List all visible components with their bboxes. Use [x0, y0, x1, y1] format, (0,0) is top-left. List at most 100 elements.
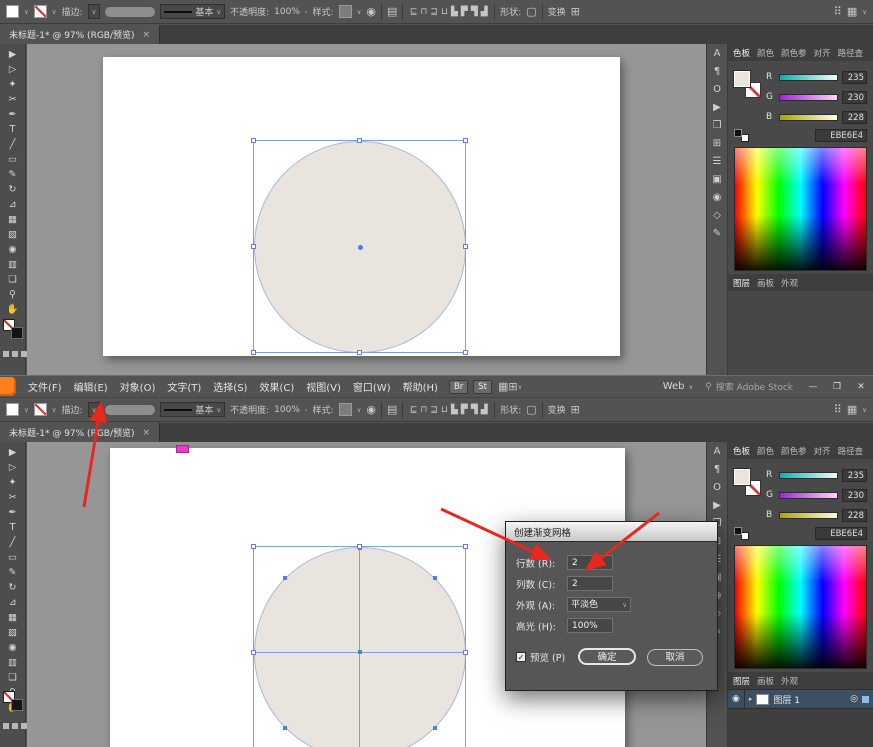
transform-label[interactable]: 变换 — [548, 403, 566, 416]
align-icon[interactable]: ▟ — [481, 7, 488, 17]
restore-button[interactable]: ❐ — [825, 382, 849, 392]
green-slider[interactable] — [779, 94, 838, 101]
draw-mode-buttons[interactable] — [3, 351, 27, 357]
align-icon[interactable]: ⊔ — [441, 7, 448, 17]
menu-item[interactable]: 效果(C) — [253, 379, 300, 394]
tool-icon[interactable]: ◉ — [8, 242, 16, 257]
panel-icon[interactable]: ◉ — [713, 192, 722, 203]
tool-icon[interactable]: ▥ — [8, 257, 17, 272]
panel-icon[interactable]: ☰ — [713, 156, 722, 167]
tool-icon[interactable]: ↻ — [9, 580, 17, 595]
opacity-chevron-icon[interactable]: › — [305, 8, 308, 16]
blue-slider[interactable] — [779, 114, 838, 121]
menu-item[interactable]: 文字(T) — [161, 379, 207, 394]
panel-icon[interactable]: ✎ — [713, 228, 721, 239]
panel-icon[interactable]: ⊞ — [713, 138, 721, 149]
hex-value[interactable]: EBE6E4 — [815, 129, 867, 142]
style-swatch[interactable] — [339, 403, 352, 416]
recolor-artwork-icon[interactable]: ◉ — [366, 5, 376, 18]
chevron-down-icon[interactable]: ∨ — [24, 406, 29, 414]
chevron-down-icon[interactable]: ∨ — [862, 406, 867, 414]
selection-handle[interactable] — [463, 350, 468, 355]
close-icon[interactable]: × — [143, 30, 151, 40]
panel-icon[interactable]: ❐ — [713, 120, 722, 131]
layer-row[interactable]: ◉ ▸ 图层 1 ◎ — [728, 690, 873, 709]
panel-tab[interactable]: 颜色参 — [781, 47, 807, 59]
align-icon[interactable]: ⊒ — [430, 7, 438, 17]
stroke-swatch[interactable] — [11, 327, 23, 339]
align-icon[interactable]: ▜ — [471, 7, 478, 17]
tool-icon[interactable]: ▧ — [8, 227, 17, 242]
panel-tab[interactable]: 图层 — [733, 675, 750, 687]
panel-icon[interactable]: O — [713, 84, 721, 95]
transform-icon[interactable]: ⊞ — [571, 403, 580, 416]
chevron-down-icon[interactable]: ∨ — [24, 8, 29, 16]
panel-icon[interactable]: ¶ — [714, 66, 720, 77]
chevron-down-icon[interactable]: ∨ — [357, 8, 362, 16]
brush-definition-select[interactable]: 基本 ∨ — [160, 4, 225, 19]
panel-icon[interactable]: A — [714, 48, 721, 59]
default-colors-icon[interactable] — [734, 527, 749, 540]
tool-icon[interactable]: ✂ — [9, 490, 17, 505]
align-icon[interactable]: ▜ — [471, 405, 478, 415]
menu-item[interactable]: 文件(F) — [22, 379, 68, 394]
tool-icon[interactable]: ✂ — [9, 92, 17, 107]
red-value[interactable]: 235 — [842, 71, 867, 84]
menu-item[interactable]: 窗口(W) — [347, 379, 397, 394]
panel-icon[interactable]: ▶ — [713, 500, 721, 511]
panel-tab[interactable]: 路径查 — [838, 445, 864, 457]
selection-handle[interactable] — [357, 544, 362, 549]
tool-icon[interactable]: ✋ — [7, 302, 19, 317]
fill-stroke-indicator[interactable] — [734, 71, 761, 98]
green-value[interactable]: 230 — [842, 489, 867, 502]
menu-item[interactable]: 对象(O) — [114, 379, 162, 394]
minimize-button[interactable]: — — [801, 382, 825, 392]
color-spectrum[interactable] — [734, 147, 867, 271]
panel-tab[interactable]: 颜色 — [757, 445, 774, 457]
recolor-artwork-icon[interactable]: ◉ — [366, 403, 376, 416]
chevron-down-icon[interactable]: ∨ — [357, 406, 362, 414]
style-swatch[interactable] — [339, 5, 352, 18]
tool-icon[interactable]: ▭ — [8, 152, 17, 167]
align-icon[interactable]: ▛ — [461, 405, 468, 415]
cols-input[interactable]: 2 — [567, 576, 613, 591]
blue-value[interactable]: 228 — [842, 509, 867, 522]
selection-handle[interactable] — [251, 650, 256, 655]
fill-swatch[interactable] — [734, 469, 750, 485]
fill-stroke-control[interactable] — [3, 319, 23, 339]
stroke-weight-select[interactable]: ∨ — [88, 4, 101, 19]
tool-icon[interactable]: ▦ — [8, 212, 17, 227]
transform-label[interactable]: 变换 — [548, 5, 566, 18]
stock-button[interactable]: St — [473, 380, 492, 394]
brush-definition-select[interactable]: 基本 ∨ — [160, 402, 225, 417]
tool-icon[interactable]: ❏ — [8, 670, 17, 685]
canvas-area[interactable] — [27, 44, 706, 375]
workspace-switcher[interactable]: Web — [663, 381, 685, 392]
preview-label[interactable]: 预览 (P) — [530, 650, 565, 664]
dialog-title[interactable]: 创建渐变网格 — [506, 522, 717, 542]
visibility-eye-icon[interactable]: ◉ — [732, 694, 740, 704]
align-icon[interactable]: ⊑ — [410, 405, 418, 415]
red-value[interactable]: 235 — [842, 469, 867, 482]
panel-tab[interactable]: 外观 — [781, 675, 798, 687]
layer-name[interactable]: 图层 1 — [773, 693, 800, 706]
blue-slider[interactable] — [779, 512, 838, 519]
align-icon[interactable]: ▟ — [481, 405, 488, 415]
selection-handle[interactable] — [251, 244, 256, 249]
ok-button[interactable]: 确定 — [578, 648, 636, 665]
tool-icon[interactable]: ▶ — [9, 47, 16, 62]
chevron-down-icon[interactable]: ∨ — [52, 8, 57, 16]
panel-tab[interactable]: 色板 — [733, 47, 750, 59]
red-slider[interactable] — [779, 74, 838, 81]
selection-handle[interactable] — [463, 650, 468, 655]
align-icon[interactable]: ⊒ — [430, 405, 438, 415]
tool-icon[interactable]: ◉ — [8, 640, 16, 655]
tool-icon[interactable]: ↻ — [9, 182, 17, 197]
fill-stroke-indicator[interactable] — [734, 469, 761, 496]
tool-icon[interactable]: ▦ — [8, 610, 17, 625]
panel-tab[interactable]: 外观 — [781, 277, 798, 289]
center-anchor[interactable] — [358, 245, 363, 250]
tool-icon[interactable]: ⚲ — [9, 287, 16, 302]
selection-handle[interactable] — [463, 544, 468, 549]
tool-icon[interactable]: ✎ — [9, 167, 17, 182]
